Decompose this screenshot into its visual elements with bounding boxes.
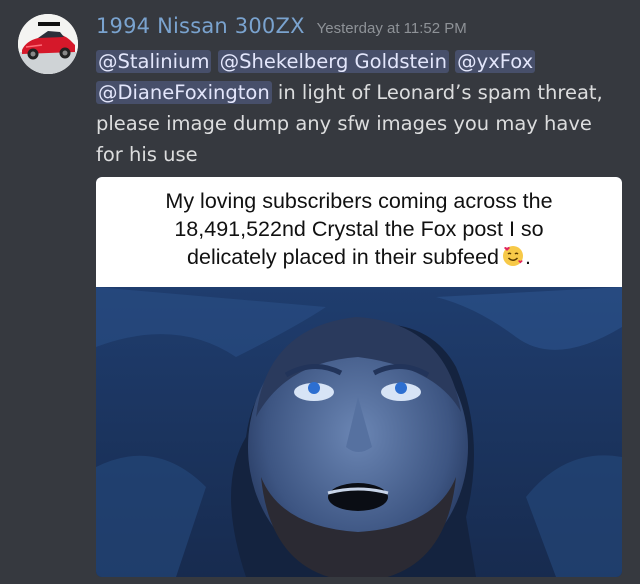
author-name[interactable]: 1994 Nissan 300ZX [96, 14, 305, 38]
caption-line-1: My loving subscribers coming across the [165, 189, 553, 213]
red-sports-car-icon [18, 14, 78, 74]
mention-yxfox[interactable]: @yxFox [455, 50, 536, 73]
message-text-line-3: please image dump any sfw images you may… [96, 112, 592, 135]
mention-stalinium[interactable]: @Stalinium [96, 50, 212, 73]
caption-line-3: delicately placed in their subfeed [187, 245, 499, 269]
message-text-line-2: in light of Leonard’s spam threat, [271, 81, 603, 104]
meme-photo [96, 287, 622, 577]
caption-line-3-wrap: delicately placed in their subfeed. [96, 243, 622, 275]
caption-line-2: 18,491,522nd Crystal the Fox post I so [174, 217, 544, 241]
mention-shekelberg-goldstein[interactable]: @Shekelberg Goldstein [217, 50, 449, 73]
caption-period: . [524, 245, 531, 269]
smiling-face-with-hearts-icon [501, 244, 525, 275]
chat-message: 1994 Nissan 300ZX Yesterday at 11:52 PM … [0, 0, 640, 584]
user-avatar[interactable] [18, 14, 78, 74]
message-timestamp: Yesterday at 11:52 PM [316, 20, 467, 37]
message-text-line-4: for his use [96, 143, 198, 166]
message-content: @Stalinium @Shekelberg Goldstein @yxFox … [96, 46, 626, 170]
image-attachment[interactable]: My loving subscribers coming across the … [96, 177, 622, 577]
message-header: 1994 Nissan 300ZX Yesterday at 11:52 PM [96, 14, 467, 46]
mention-dianefoxington[interactable]: @DianeFoxington [96, 81, 272, 104]
meme-caption: My loving subscribers coming across the … [96, 177, 622, 287]
